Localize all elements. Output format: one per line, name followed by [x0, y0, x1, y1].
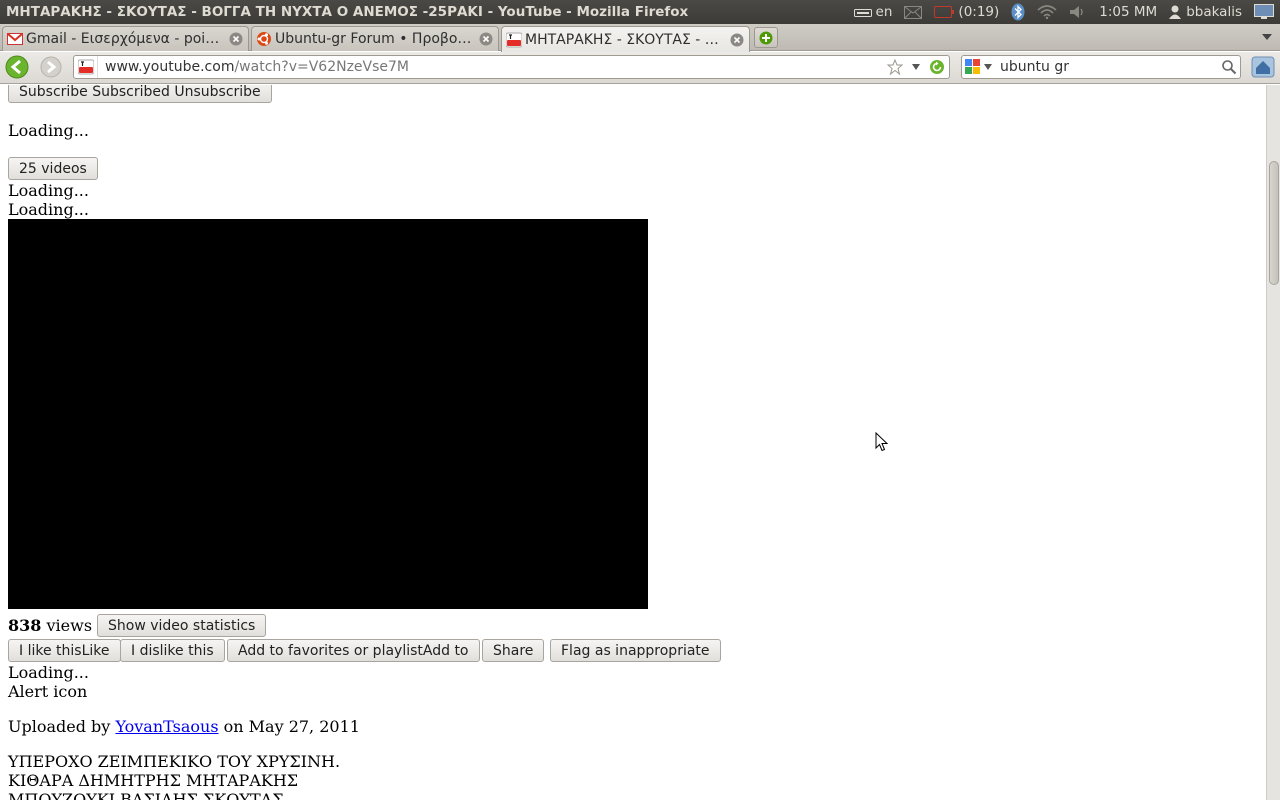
- network-indicator[interactable]: [1031, 0, 1063, 24]
- monitor-icon: [1254, 4, 1274, 19]
- speaker-icon: [1070, 6, 1083, 18]
- subscribe-button[interactable]: Subscribe Subscribed Unsubscribe: [8, 85, 272, 103]
- keyboard-icon: [853, 9, 872, 17]
- google-icon[interactable]: [962, 56, 998, 78]
- url-bar[interactable]: www.youtube.com/watch?v=V62NzeVse7M: [73, 55, 950, 79]
- keyboard-indicator[interactable]: en: [848, 0, 899, 24]
- close-icon[interactable]: [228, 31, 244, 47]
- description-line: ΚΙΘΑΡΑ ΔΗΜΗΤΡΗΣ ΜΗΤΑΡΑΚΗΣ: [8, 771, 299, 790]
- youtube-icon: [506, 32, 522, 48]
- new-tab-button[interactable]: [754, 27, 778, 48]
- window-title: ΜΗΤΑΡΑΚΗΣ - ΣΚΟΥΤΑΣ - ΒΟΓΓΑ ΤΗ ΝΥΧΤΑ Ο Α…: [6, 4, 689, 20]
- uploader-link[interactable]: YovanTsaous: [115, 717, 218, 736]
- youtube-icon[interactable]: [74, 56, 98, 78]
- top-panel: ΜΗΤΑΡΑΚΗΣ - ΣΚΟΥΤΑΣ - ΒΟΓΓΑ ΤΗ ΝΥΧΤΑ Ο Α…: [0, 0, 1280, 24]
- url-text[interactable]: www.youtube.com/watch?v=V62NzeVse7M: [98, 59, 886, 75]
- star-icon[interactable]: [886, 58, 904, 76]
- views-label: views: [46, 616, 93, 635]
- vertical-scrollbar[interactable]: [1266, 85, 1280, 800]
- like-button[interactable]: I like thisLike: [8, 639, 121, 662]
- tab-list-icon[interactable]: [1260, 30, 1274, 44]
- videos-button[interactable]: 25 videos: [8, 157, 98, 180]
- page-content: Subscribe Subscribed Unsubscribe Loading…: [0, 85, 1266, 800]
- battery-indicator[interactable]: (0:19): [928, 0, 1005, 24]
- search-bar: [961, 55, 1241, 79]
- dislike-button[interactable]: I dislike this: [120, 639, 225, 662]
- wifi-icon: [1037, 5, 1057, 19]
- share-button[interactable]: Share: [482, 639, 545, 662]
- tab-label: ΜΗΤΑΡΑΚΗΣ - ΣΚΟΥΤΑΣ - Β...: [525, 31, 725, 48]
- tab-youtube[interactable]: ΜΗΤΑΡΑΚΗΣ - ΣΚΟΥΤΑΣ - Β...: [501, 26, 750, 52]
- flag-button[interactable]: Flag as inappropriate: [550, 639, 721, 662]
- show-statistics-button[interactable]: Show video statistics: [97, 614, 267, 637]
- uploaded-by-label: Uploaded by: [8, 717, 111, 736]
- clock-indicator[interactable]: 1:05 ΜΜ: [1093, 0, 1163, 24]
- sound-indicator[interactable]: [1063, 0, 1093, 24]
- alert-icon: Alert icon: [8, 682, 88, 701]
- indicator-area: en (0:19) 1:05 ΜΜ bbakalis: [848, 0, 1280, 24]
- video-player[interactable]: [8, 219, 648, 609]
- user-indicator[interactable]: bbakalis: [1163, 0, 1248, 24]
- close-icon[interactable]: [478, 31, 494, 47]
- tab-ubuntu-forum[interactable]: Ubuntu-gr Forum • Προβολή...: [251, 26, 499, 51]
- tab-label: Gmail - Εισερχόμενα - poios...: [26, 31, 224, 47]
- loading-text: Loading...: [8, 121, 89, 140]
- envelope-icon: [904, 5, 923, 19]
- description-line: ΜΠΟΥΖΟΥΚΙ ΒΑΣΙΛΗΣ ΣΚΟΥΤΑΣ: [8, 790, 284, 800]
- loading-text: Loading...: [8, 181, 89, 200]
- close-icon[interactable]: [729, 32, 745, 48]
- bluetooth-icon: [1011, 3, 1025, 21]
- url-host: www.youtube.com: [105, 59, 235, 75]
- search-input[interactable]: [998, 59, 1218, 75]
- user-icon: [1169, 5, 1182, 19]
- tab-label: Ubuntu-gr Forum • Προβολή...: [275, 31, 474, 47]
- loading-text: Loading...: [8, 200, 89, 219]
- tab-strip: Gmail - Εισερχόμενα - poios... Ubuntu-gr…: [0, 24, 1280, 52]
- keyboard-layout: en: [875, 4, 893, 20]
- session-indicator[interactable]: [1248, 0, 1280, 24]
- back-button[interactable]: [5, 55, 29, 79]
- loading-text: Loading...: [8, 663, 89, 682]
- scrollbar-thumb[interactable]: [1269, 161, 1279, 285]
- ubuntu-icon: [256, 31, 272, 47]
- plus-icon: [759, 31, 773, 44]
- battery-icon: [934, 6, 955, 18]
- upload-date: on May 27, 2011: [223, 717, 360, 736]
- user-name: bbakalis: [1186, 4, 1242, 20]
- mail-indicator[interactable]: [898, 0, 928, 24]
- forward-button[interactable]: [39, 55, 63, 79]
- tab-gmail[interactable]: Gmail - Εισερχόμενα - poios...: [2, 26, 249, 51]
- cursor-icon: [875, 432, 889, 452]
- description-line: ΥΠΕΡΟΧΟ ΖΕΙΜΠΕΚΙΚΟ ΤΟΥ ΧΡΥΣΙΝΗ.: [8, 752, 341, 771]
- reload-icon[interactable]: [928, 58, 946, 76]
- search-icon[interactable]: [1218, 56, 1240, 78]
- bluetooth-indicator[interactable]: [1005, 0, 1031, 24]
- battery-time: (0:19): [958, 4, 1000, 20]
- gmail-icon: [7, 31, 23, 47]
- add-to-favorites-button[interactable]: Add to favorites or playlistAdd to: [227, 639, 480, 662]
- view-count: 838 views: [8, 616, 92, 635]
- views-number: 838: [8, 616, 42, 635]
- chevron-down-icon[interactable]: [907, 58, 925, 76]
- home-icon[interactable]: [1251, 56, 1275, 78]
- upload-info: Uploaded by YovanTsaous on May 27, 2011: [8, 717, 360, 736]
- url-path: /watch?v=V62NzeVse7M: [234, 59, 410, 75]
